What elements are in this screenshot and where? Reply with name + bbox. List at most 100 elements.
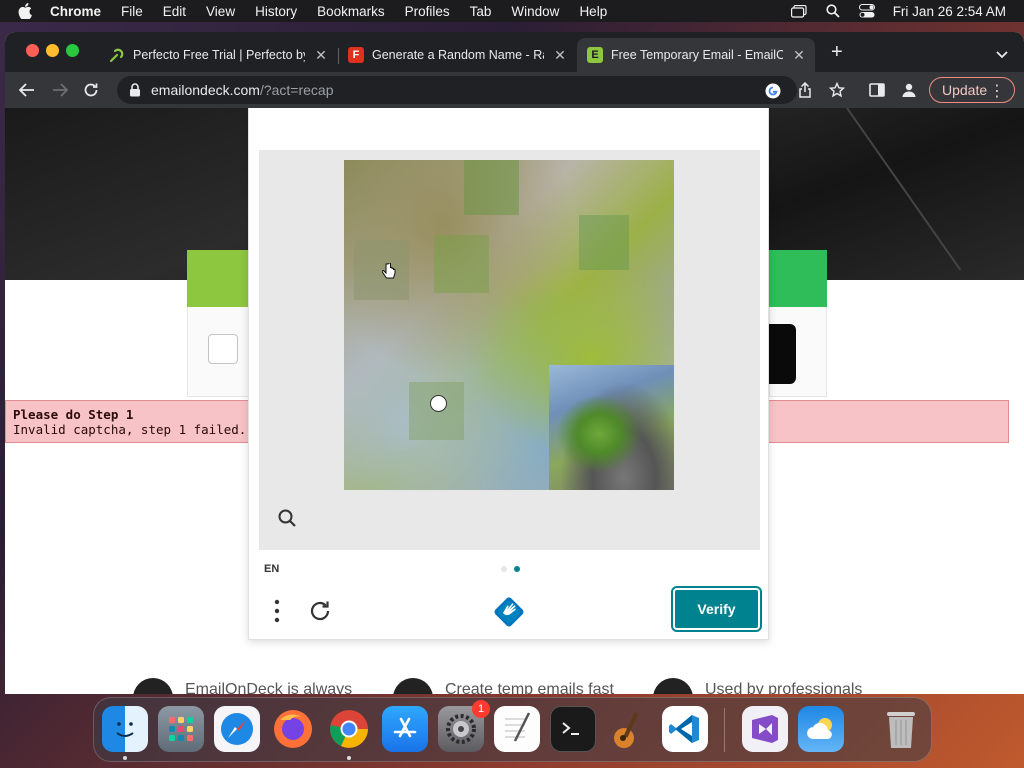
tab-random-name[interactable]: F Generate a Random Name - Ra ✕: [338, 38, 576, 72]
textedit-icon[interactable]: [494, 706, 540, 752]
lizard-tile[interactable]: [549, 365, 674, 490]
system-settings-icon[interactable]: 1: [438, 700, 490, 752]
globe-icon: [653, 678, 693, 694]
puzzle-tile: [464, 160, 519, 215]
captcha-challenge-modal: EN Verify: [248, 108, 769, 640]
tab-title: Generate a Random Name - Ra: [372, 48, 544, 62]
feature-text: EmailOnDeck is always: [185, 681, 353, 694]
menu-edit[interactable]: Edit: [163, 4, 186, 19]
app-store-icon[interactable]: [382, 706, 428, 752]
send-icon: [393, 678, 433, 694]
feature-item: EmailOnDeck is always: [133, 670, 352, 694]
garageband-icon[interactable]: [606, 706, 652, 752]
share-icon[interactable]: [797, 82, 813, 98]
tab-strip: Perfecto Free Trial | Perfecto by ✕ F Ge…: [5, 32, 1024, 72]
menu-bar: Chrome File Edit View History Bookmarks …: [0, 0, 1024, 22]
terminal-icon[interactable]: [550, 706, 596, 752]
menu-view[interactable]: View: [206, 4, 235, 19]
url-path: /?act=recap: [259, 82, 334, 98]
apple-icon[interactable]: [18, 3, 32, 19]
form-header-right: [769, 250, 827, 307]
emailondeck-favicon-icon: E: [587, 47, 603, 63]
notification-badge: 1: [472, 700, 490, 718]
language-selector[interactable]: EN: [264, 563, 279, 575]
dock: 1: [93, 697, 932, 762]
get-email-button[interactable]: [769, 324, 796, 384]
launchpad-icon[interactable]: [158, 706, 204, 752]
control-center-icon[interactable]: [858, 4, 875, 18]
forward-arrow-icon[interactable]: [50, 80, 70, 100]
chrome-running-indicator: [347, 756, 351, 760]
chrome-update-button[interactable]: Update ⋮: [929, 77, 1015, 103]
menu-chrome[interactable]: Chrome: [50, 4, 101, 19]
features-row: EmailOnDeck is always Create temp emails…: [5, 670, 1024, 694]
feature-item: Used by professionals: [653, 670, 862, 694]
puzzle-tile: [579, 215, 629, 270]
visual-studio-icon[interactable]: [742, 706, 788, 752]
clock[interactable]: Fri Jan 26 2:54 AM: [893, 4, 1006, 19]
weather-icon[interactable]: [798, 706, 844, 752]
vscode-icon[interactable]: [662, 706, 708, 752]
lock-icon[interactable]: [129, 83, 141, 97]
drag-target-dot[interactable]: [430, 395, 447, 412]
safari-icon[interactable]: [214, 706, 260, 752]
more-menu-icon[interactable]: ⋮: [989, 81, 1005, 101]
tab-emailondeck[interactable]: E Free Temporary Email - EmailO ✕: [577, 38, 815, 72]
screen-mirroring-icon[interactable]: [790, 4, 807, 18]
zoom-search-icon[interactable]: [277, 508, 297, 528]
pager-dot: [501, 566, 507, 572]
menu-history[interactable]: History: [255, 4, 297, 19]
captcha-menu-icon[interactable]: [273, 598, 281, 624]
firefox-icon[interactable]: [270, 706, 316, 752]
menu-file[interactable]: File: [121, 4, 143, 19]
browser-window: Perfecto Free Trial | Perfecto by ✕ F Ge…: [5, 32, 1024, 694]
close-tab-icon[interactable]: ✕: [313, 47, 329, 63]
dock-separator: [724, 708, 725, 752]
close-window-button[interactable]: [26, 44, 39, 57]
captcha-checkbox[interactable]: [208, 334, 238, 364]
finder-running-indicator: [123, 756, 127, 760]
new-tab-icon[interactable]: +: [831, 42, 843, 62]
puzzle-tile: [434, 235, 489, 293]
menu-bookmarks[interactable]: Bookmarks: [317, 4, 385, 19]
menu-window[interactable]: Window: [511, 4, 559, 19]
menu-tab[interactable]: Tab: [470, 4, 492, 19]
url-host: emailondeck.com: [151, 82, 260, 98]
menu-profiles[interactable]: Profiles: [405, 4, 450, 19]
address-bar[interactable]: emailondeck.com/?act=recap: [117, 76, 797, 104]
fullscreen-window-button[interactable]: [66, 44, 79, 57]
form-header-left: [187, 250, 251, 307]
challenge-pager: [501, 566, 520, 572]
trash-icon[interactable]: [878, 706, 924, 752]
verify-button[interactable]: Verify: [671, 586, 762, 632]
menu-help[interactable]: Help: [579, 4, 607, 19]
side-panel-icon[interactable]: [869, 82, 885, 98]
minimize-window-button[interactable]: [46, 44, 59, 57]
hand-cursor-icon: [382, 263, 396, 279]
feature-text: Create temp emails fast: [445, 681, 614, 694]
close-tab-icon[interactable]: ✕: [552, 47, 568, 63]
web-page: Please do Step 1 Invalid captcha, step 1…: [5, 108, 1024, 694]
hcaptcha-logo-icon[interactable]: [492, 595, 526, 629]
finder-icon[interactable]: [102, 706, 148, 752]
tab-title: Free Temporary Email - EmailO: [611, 48, 783, 62]
google-lens-icon[interactable]: [765, 83, 781, 99]
profile-avatar-icon[interactable]: [901, 82, 917, 98]
pager-dot-active: [514, 566, 520, 572]
free-badge-icon: [133, 678, 173, 694]
reload-icon[interactable]: [81, 80, 101, 100]
spotlight-search-icon[interactable]: [825, 4, 841, 18]
bookmark-star-icon[interactable]: [829, 82, 845, 98]
refresh-challenge-icon[interactable]: [307, 598, 333, 624]
close-tab-icon[interactable]: ✕: [791, 47, 807, 63]
update-label: Update: [942, 82, 988, 98]
chrome-icon[interactable]: [326, 706, 372, 752]
tab-perfecto[interactable]: Perfecto Free Trial | Perfecto by ✕: [99, 38, 337, 72]
feature-text: Used by professionals: [705, 681, 863, 694]
perfecto-icon: [109, 47, 125, 63]
back-arrow-icon[interactable]: [17, 80, 37, 100]
browser-toolbar: emailondeck.com/?act=recap Update ⋮: [5, 72, 1024, 108]
random-name-favicon-icon: F: [348, 47, 364, 63]
captcha-puzzle-image[interactable]: [344, 160, 674, 490]
tab-search-chevron-icon[interactable]: [996, 46, 1008, 64]
